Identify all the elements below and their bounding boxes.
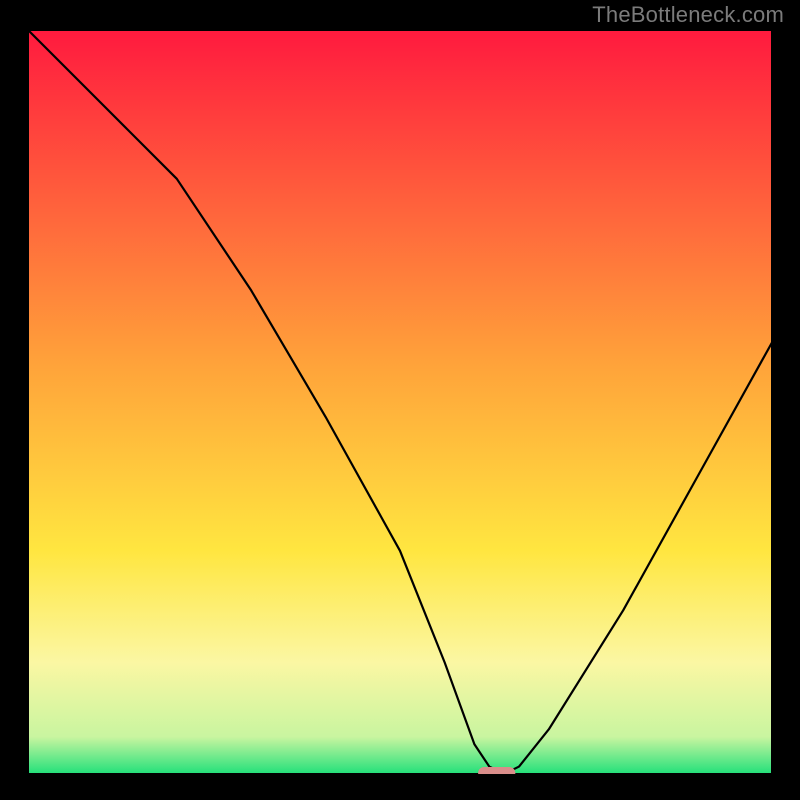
chart-plot-area xyxy=(28,30,772,774)
chart-svg xyxy=(28,30,772,774)
optimal-point-marker xyxy=(478,767,515,774)
chart-frame: TheBottleneck.com xyxy=(0,0,800,800)
watermark-text: TheBottleneck.com xyxy=(592,2,784,28)
